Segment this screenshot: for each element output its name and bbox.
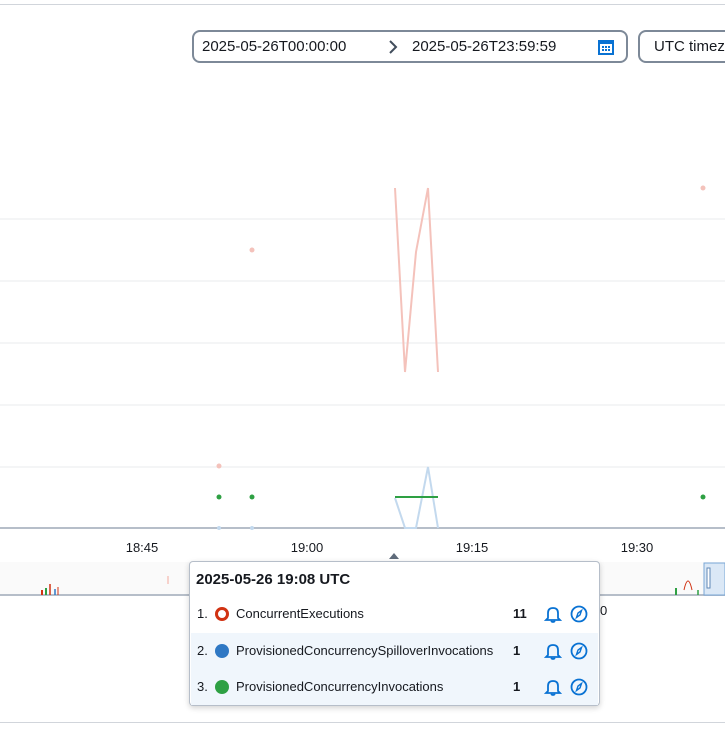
brush-handle[interactable] [706, 567, 711, 589]
series-concurrent-executions [216, 185, 706, 469]
compass-icon[interactable] [570, 678, 588, 699]
row-index: 3. [197, 679, 208, 694]
gridlines [0, 218, 725, 529]
concurrent-point [249, 247, 255, 253]
provisioned-point [249, 494, 255, 500]
popover-row: 1. ConcurrentExecutions 11 [191, 596, 598, 632]
series-ring-marker [215, 607, 229, 621]
bell-icon[interactable] [543, 642, 563, 663]
row-index: 2. [197, 643, 208, 658]
bell-icon[interactable] [543, 605, 563, 626]
series-name: ProvisionedConcurrencyInvocations [236, 679, 444, 694]
metrics-chart[interactable] [0, 0, 725, 600]
datapoint-popover: 2025-05-26 19:08 UTC 1. ConcurrentExecut… [189, 561, 600, 706]
bottom-divider [0, 722, 725, 723]
row-index: 1. [197, 606, 208, 621]
x-tick-label: 19:30 [620, 540, 654, 555]
concurrent-point [216, 463, 222, 469]
concurrent-line [394, 187, 439, 373]
series-value: 1 [513, 643, 521, 658]
popover-row: 3. ProvisionedConcurrencyInvocations 1 [191, 669, 598, 705]
series-name: ConcurrentExecutions [236, 606, 364, 621]
x-tick-label: 19:15 [455, 540, 489, 555]
series-dot-marker [215, 680, 229, 694]
x-tick-label: 18:45 [125, 540, 159, 555]
series-dot-marker [215, 644, 229, 658]
partially-hidden-value: 0 [600, 603, 608, 618]
spillover-point [217, 526, 221, 530]
series-value: 11 [513, 606, 527, 621]
x-tick-label: 19:00 [290, 540, 324, 555]
bell-icon[interactable] [543, 678, 563, 699]
provisioned-point [216, 494, 222, 500]
concurrent-point [700, 185, 706, 191]
popover-title: 2025-05-26 19:08 UTC [196, 571, 351, 588]
compass-icon[interactable] [570, 605, 588, 626]
spillover-point [250, 526, 254, 530]
series-provisioned [216, 494, 706, 500]
series-name: ProvisionedConcurrencySpilloverInvocatio… [236, 643, 494, 658]
popover-row: 2. ProvisionedConcurrencySpilloverInvoca… [191, 633, 598, 669]
popover-caret [389, 553, 399, 559]
compass-icon[interactable] [570, 642, 588, 663]
provisioned-point [700, 494, 706, 500]
series-value: 1 [513, 679, 521, 694]
